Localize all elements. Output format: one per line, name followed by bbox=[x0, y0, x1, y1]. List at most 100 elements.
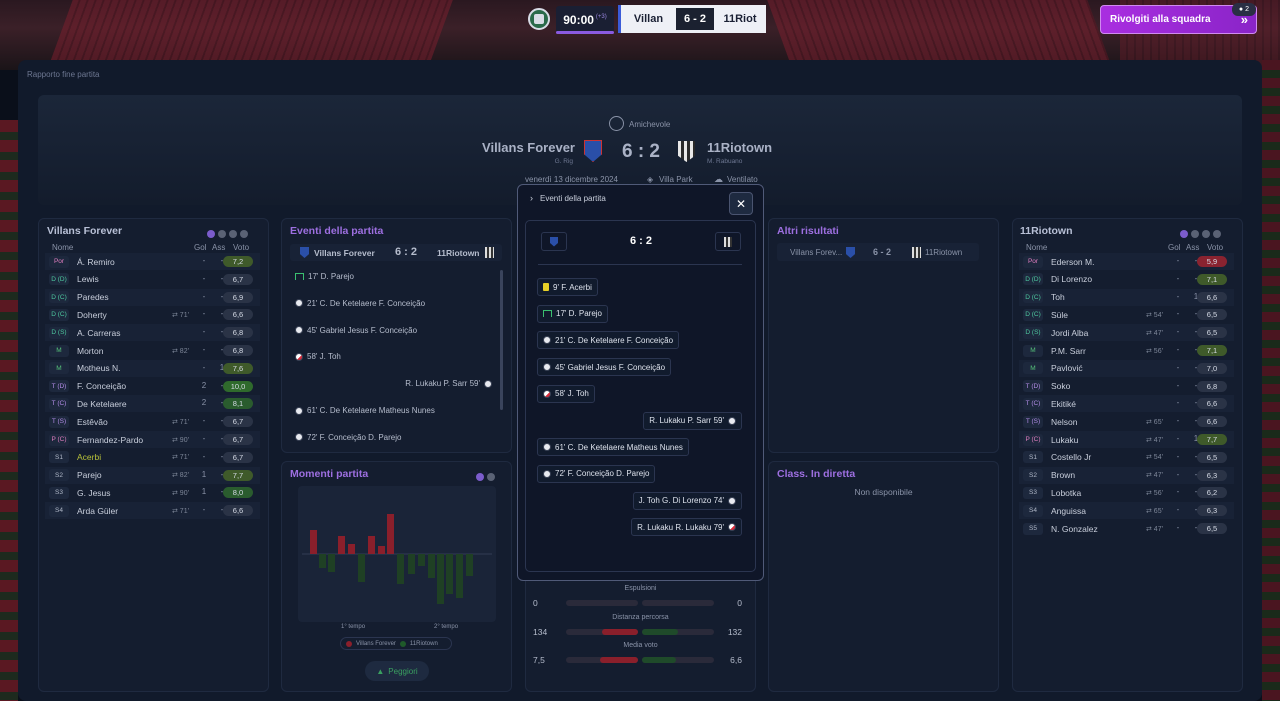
player-goals: - bbox=[1176, 398, 1180, 408]
penalty-goal-icon bbox=[543, 310, 552, 318]
modal-event-item[interactable]: 72' F. Conceição D. Parejo bbox=[537, 464, 656, 483]
goal-ball-icon bbox=[728, 416, 736, 425]
stat-label: Distanza percorsa bbox=[612, 613, 669, 621]
event-item[interactable]: 58' J. Toh bbox=[295, 352, 341, 361]
notification-count: 2 bbox=[1245, 6, 1250, 13]
player-name: P.M. Sarr bbox=[1051, 345, 1086, 356]
player-position: D (D) bbox=[1023, 273, 1043, 286]
player-goals: - bbox=[202, 434, 206, 443]
event-item[interactable]: 21' C. De Ketelaere F. Conceição bbox=[295, 299, 425, 308]
away-panel-title: 11Riotown bbox=[1020, 225, 1073, 237]
player-position: T (S) bbox=[1023, 415, 1043, 428]
scoreboard-score: 6 - 2 bbox=[676, 8, 714, 30]
player-name: Parejo bbox=[77, 470, 102, 481]
penalty-goal-icon bbox=[295, 273, 304, 280]
events-scrollbar[interactable] bbox=[500, 270, 503, 410]
match-date: venerdì 13 dicembre 2024 bbox=[525, 175, 618, 184]
col-voto: Voto bbox=[233, 243, 250, 252]
goal-ball-icon bbox=[295, 433, 303, 442]
substitution-time: ⇄ 71' bbox=[172, 311, 189, 319]
notification-badge[interactable]: ● 2 bbox=[1232, 3, 1256, 16]
worst-button[interactable]: ▲ Peggiori bbox=[365, 661, 429, 681]
event-text: 61' C. De Ketelaere Matheus Nunes bbox=[555, 442, 683, 452]
home-panel-pager[interactable] bbox=[204, 225, 248, 243]
event-text: 21' C. De Ketelaere F. Conceição bbox=[307, 298, 426, 308]
player-position: M bbox=[1023, 344, 1043, 357]
modal-event-item[interactable]: 58' J. Toh bbox=[537, 384, 595, 403]
event-item[interactable]: 17' D. Parejo bbox=[295, 272, 354, 281]
player-goals: - bbox=[202, 291, 206, 301]
event-item[interactable]: 72' F. Conceição D. Parejo bbox=[295, 433, 401, 442]
player-name: G. Jesus bbox=[77, 487, 111, 498]
event-text: 9' F. Acerbi bbox=[553, 282, 592, 292]
scoreboard: Villan 6 - 2 11Riot bbox=[618, 5, 766, 33]
event-text: 21' C. De Ketelaere F. Conceição bbox=[555, 335, 674, 345]
player-goals: - bbox=[202, 505, 206, 515]
substitution-time: ⇄ 65' bbox=[1146, 507, 1163, 515]
events-home-name: Villans Forever bbox=[314, 248, 375, 258]
away-crest-icon bbox=[485, 247, 494, 258]
stat-away-fill bbox=[642, 657, 676, 663]
other-score: 6 - 2 bbox=[873, 247, 892, 257]
player-goals: - bbox=[1176, 487, 1180, 497]
clock-time: 90:00 bbox=[563, 13, 594, 27]
home-crest-icon bbox=[541, 232, 567, 251]
player-name: Brown bbox=[1051, 470, 1076, 481]
player-position: Por bbox=[1023, 255, 1043, 268]
moments-pager[interactable] bbox=[473, 468, 495, 486]
goal-ball-icon bbox=[295, 326, 303, 335]
moment-bar bbox=[338, 536, 345, 554]
moments-legend: Villans Forever 11Riotown bbox=[340, 637, 452, 650]
event-text: 72' F. Conceição D. Parejo bbox=[555, 469, 650, 479]
modal-close-button[interactable]: ✕ bbox=[729, 192, 753, 215]
player-rating: 6,3 bbox=[1197, 469, 1227, 481]
modal-event-item[interactable]: R. Lukaku P. Sarr 59' bbox=[643, 411, 742, 430]
modal-event-item[interactable]: J. Toh G. Di Lorenzo 74' bbox=[632, 491, 742, 510]
thumb-icon: ▲ bbox=[376, 666, 385, 676]
col-ass: Ass bbox=[1186, 243, 1200, 252]
player-name: Á. Remiro bbox=[77, 256, 115, 267]
moments-panel-title: Momenti partita bbox=[290, 468, 369, 480]
substitution-time: ⇄ 71' bbox=[172, 507, 189, 515]
substitution-time: ⇄ 56' bbox=[1146, 347, 1163, 355]
moment-bar bbox=[348, 544, 355, 554]
player-position: D (D) bbox=[49, 273, 69, 286]
away-crest-icon bbox=[715, 232, 741, 251]
player-goals: - bbox=[202, 362, 206, 372]
stat-home-fill bbox=[602, 628, 638, 635]
goal-ball-icon bbox=[728, 496, 736, 505]
player-position: S4 bbox=[49, 504, 69, 517]
moment-bar bbox=[358, 554, 365, 582]
legend-home-label: Villans Forever bbox=[356, 640, 396, 647]
home-panel-title: Villans Forever bbox=[47, 225, 123, 237]
moment-bar bbox=[446, 554, 453, 594]
modal-event-item[interactable]: 21' C. De Ketelaere F. Conceição bbox=[537, 331, 680, 350]
player-position: D (S) bbox=[49, 326, 69, 339]
player-rating: 6,5 bbox=[1197, 523, 1227, 534]
player-name: Motheus N. bbox=[77, 363, 121, 374]
player-rating: 6,7 bbox=[223, 434, 253, 445]
person-icon: ● bbox=[1238, 6, 1244, 13]
modal-event-item[interactable]: 17' D. Parejo bbox=[537, 304, 608, 323]
goal-ball-icon bbox=[543, 363, 551, 372]
event-item[interactable]: 45' Gabriel Jesus F. Conceição bbox=[295, 326, 417, 335]
substitution-time: ⇄ 90' bbox=[172, 489, 189, 497]
modal-event-item[interactable]: 61' C. De Ketelaere Matheus Nunes bbox=[537, 438, 689, 457]
away-manager: M. Rabuano bbox=[707, 158, 743, 165]
modal-event-item[interactable]: 45' Gabriel Jesus F. Conceição bbox=[537, 358, 672, 377]
legend-away-swatch bbox=[399, 640, 406, 647]
event-item[interactable]: R. Lukaku P. Sarr 59' bbox=[300, 379, 492, 388]
modal-event-item[interactable]: R. Lukaku R. Lukaku 79' bbox=[631, 518, 742, 537]
substitution-time: ⇄ 47' bbox=[1146, 525, 1163, 533]
player-position: P (C) bbox=[49, 433, 69, 446]
modal-event-item[interactable]: 9' F. Acerbi bbox=[537, 278, 598, 296]
player-position: P (C) bbox=[1023, 433, 1043, 446]
goal-ball-icon bbox=[543, 469, 551, 478]
player-goals: - bbox=[1176, 380, 1180, 390]
player-position: M bbox=[49, 362, 69, 375]
away-panel-pager[interactable] bbox=[1177, 225, 1221, 243]
event-item[interactable]: 61' C. De Ketelaere Matheus Nunes bbox=[295, 406, 435, 415]
moment-bar bbox=[387, 514, 394, 554]
stadium-stands-left bbox=[0, 120, 18, 701]
club-crest-icon[interactable] bbox=[528, 8, 550, 30]
